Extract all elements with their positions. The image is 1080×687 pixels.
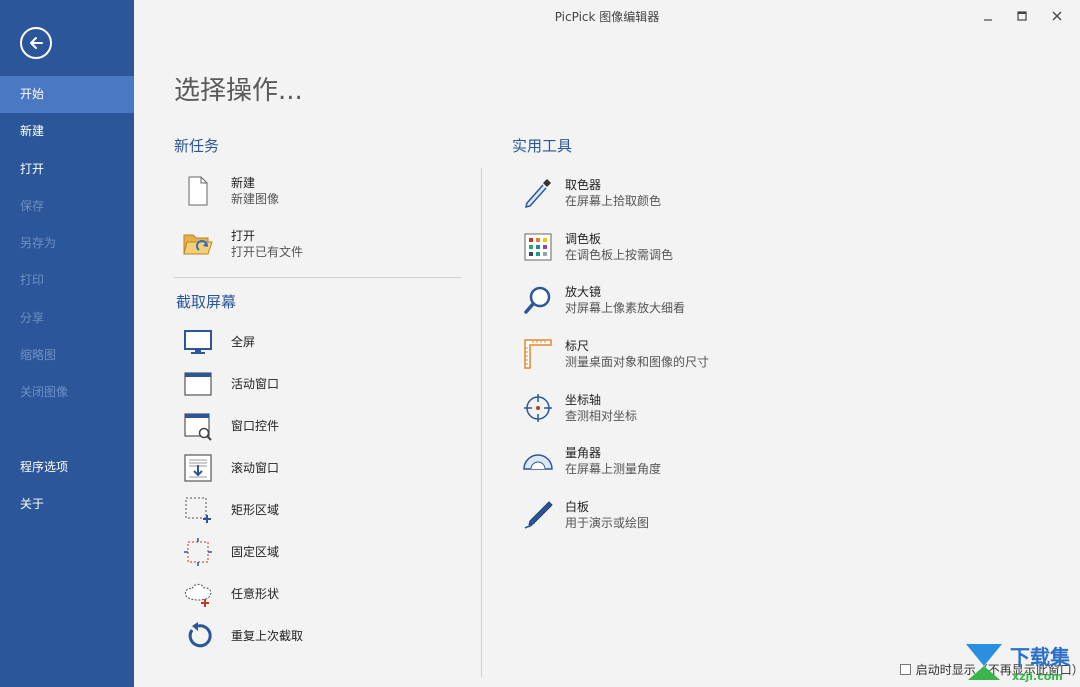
title-bar: PicPick 图像编辑器 [134,0,1080,32]
close-button[interactable] [1039,4,1075,28]
item-desc: 查测相对坐标 [565,409,638,423]
tools-heading: 实用工具 [512,137,573,155]
item-desc: 在屏幕上测量角度 [565,462,662,476]
section-divider [174,277,461,278]
repeat-capture-icon [182,620,214,652]
item-desc: 用于演示或绘图 [565,516,650,530]
item-desc: 在调色板上按需调色 [565,248,674,262]
monitor-icon [182,326,214,358]
sidebar-item-start[interactable]: 开始 [0,76,134,114]
item-label: 取色器 [565,178,602,192]
startup-checkbox[interactable] [900,664,911,675]
fixed-region-icon [182,536,214,568]
sidebar-nav: 开始 新建 打开 保存 另存为 打印 分享 缩略图 关闭图像 [0,76,134,412]
new-image-text: 新建 新建图像 [231,175,279,207]
close-icon [1052,11,1062,21]
tool-color-picker[interactable]: 取色器 在屏幕上拾取颜色 [522,177,661,209]
pen-icon [522,499,554,531]
window-icon [182,368,214,400]
eyedropper-icon [522,177,554,209]
capture-scrolling-window[interactable]: 滚动窗口 [182,452,279,484]
item-label: 任意形状 [231,587,280,601]
item-label: 白板 [565,500,590,514]
capture-heading: 截取屏幕 [176,293,237,311]
item-label: 放大镜 [565,285,602,299]
download-arrow-icon [966,644,1002,680]
sidebar-nav-bottom: 程序选项 关于 [0,449,134,524]
item-label: 量角器 [565,446,602,460]
item-label: 重复上次截取 [231,629,304,643]
rectangle-region-icon [182,494,214,526]
open-folder-icon [182,228,214,260]
open-file-item[interactable]: 打开 打开已有文件 [182,228,303,260]
minimize-button[interactable] [970,4,1006,28]
watermark-sub: xzji.com [1012,670,1063,683]
capture-repeat-last[interactable]: 重复上次截取 [182,620,303,652]
capture-freehand-shape[interactable]: 任意形状 [182,578,279,610]
capture-fixed-region[interactable]: 固定区域 [182,536,279,568]
item-label: 固定区域 [231,545,280,559]
tool-magnifier[interactable]: 放大镜 对屏幕上像素放大细看 [522,284,685,316]
scroll-window-icon [182,452,214,484]
item-label: 打开 [231,229,256,243]
item-desc: 在屏幕上拾取颜色 [565,194,662,208]
tool-crosshair[interactable]: 坐标轴 查测相对坐标 [522,392,637,424]
watermark: 下载集 xzji.com [962,641,1070,683]
palette-icon [522,231,554,263]
sidebar-item-new[interactable]: 新建 [0,113,134,150]
sidebar-item-options[interactable]: 程序选项 [0,449,134,486]
item-desc: 对屏幕上像素放大细看 [565,301,686,315]
item-label: 坐标轴 [565,393,602,407]
back-button[interactable] [20,27,52,59]
capture-window-control[interactable]: 窗口控件 [182,410,279,442]
item-label: 全屏 [231,335,256,349]
capture-active-window[interactable]: 活动窗口 [182,368,279,400]
ruler-icon [522,338,554,370]
item-desc: 打开已有文件 [231,245,304,259]
watermark-text: 下载集 [1010,645,1070,669]
sidebar: 开始 新建 打开 保存 另存为 打印 分享 缩略图 关闭图像 程序选项 关于 [0,0,134,687]
crosshair-icon [522,392,554,424]
item-label: 调色板 [565,232,602,246]
sidebar-item-save-as: 另存为 [20,236,57,251]
protractor-icon [522,445,554,477]
sidebar-item-print: 打印 [20,273,45,288]
item-desc: 测量桌面对象和图像的尺寸 [565,355,710,369]
arrow-left-icon [30,37,43,49]
new-image-item[interactable]: 新建 新建图像 [182,175,279,207]
sidebar-item-share: 分享 [20,310,45,325]
capture-fullscreen[interactable]: 全屏 [182,326,255,358]
sidebar-item-thumbnails: 缩略图 [20,348,57,363]
tool-ruler[interactable]: 标尺 测量桌面对象和图像的尺寸 [522,338,709,370]
maximize-button[interactable] [1004,4,1040,28]
maximize-icon [1017,11,1027,21]
magnifier-icon [522,284,554,316]
item-label: 矩形区域 [231,503,280,517]
minimize-icon [984,19,992,21]
tool-whiteboard[interactable]: 白板 用于演示或绘图 [522,499,649,531]
page-title: 选择操作... [174,76,303,106]
tool-palette[interactable]: 调色板 在调色板上按需调色 [522,231,673,263]
open-file-text: 打开 打开已有文件 [231,228,303,260]
freehand-shape-icon [182,578,214,610]
new-task-heading: 新任务 [174,137,220,155]
capture-rectangle-region[interactable]: 矩形区域 [182,494,279,526]
sidebar-item-open[interactable]: 打开 [0,151,134,188]
tool-protractor[interactable]: 量角器 在屏幕上测量角度 [522,445,661,477]
sidebar-item-save: 保存 [20,198,45,213]
item-desc: 新建图像 [231,192,280,206]
window-title: PicPick 图像编辑器 [554,10,660,24]
item-label: 活动窗口 [231,377,280,391]
item-label: 滚动窗口 [231,461,280,475]
item-label: 标尺 [565,339,590,353]
column-divider [481,168,482,678]
item-label: 新建 [231,176,256,190]
sidebar-item-close-image: 关闭图像 [20,385,69,400]
sidebar-item-about[interactable]: 关于 [0,486,134,523]
item-label: 窗口控件 [231,419,280,433]
new-file-icon [182,175,214,207]
window-control-icon [182,410,214,442]
